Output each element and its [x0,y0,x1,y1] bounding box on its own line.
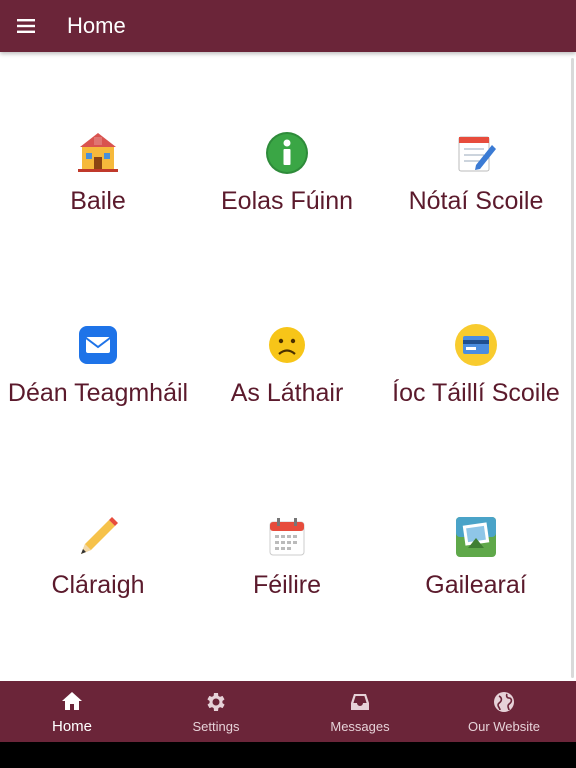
globe-icon [494,691,514,712]
tile-eolas-fuinn[interactable]: Eolas Fúinn [192,130,382,222]
tile-claraigh[interactable]: Cláraigh [3,514,193,606]
nav-messages[interactable]: Messages [288,681,432,742]
tile-label: Eolas Fúinn [220,187,354,215]
system-bar [0,742,576,768]
nav-our-website[interactable]: Our Website [432,681,576,742]
app-bar: Home [0,0,576,52]
calendar-icon [264,514,310,560]
tile-label: Baile [70,187,126,215]
pencil-icon [75,514,121,560]
tile-dean-teagmhail[interactable]: Déan Teagmháil [3,322,193,414]
tile-baile[interactable]: Baile [3,130,193,222]
mail-icon [75,322,121,368]
tile-label: Nótaí Scoile [408,187,544,215]
notepad-icon [453,130,499,176]
tile-as-lathair[interactable]: As Láthair [192,322,382,414]
bottom-navigation: Home Settings Messages Our Website [0,681,576,742]
hamburger-menu-icon [17,19,35,33]
page-title: Home [67,13,126,38]
nav-settings[interactable]: Settings [144,681,288,742]
tile-label: Déan Teagmháil [7,379,189,407]
nav-label: Home [51,717,92,735]
tile-grid: Baile Eolas Fúinn Nótaí Scoile Déan Teag… [0,52,576,681]
home-icon [62,691,82,710]
sad-face-icon [264,322,310,368]
tile-label: Cláraigh [51,571,145,599]
nav-label: Messages [330,718,390,734]
app-screen: Home Baile Eolas Fúinn Nótaí Scoile Déan… [0,0,576,742]
tile-label: Féilire [252,571,322,599]
gear-icon [207,692,225,711]
school-icon [75,130,121,176]
menu-button[interactable] [0,0,52,52]
nav-label: Settings [192,718,240,734]
tile-gailearai[interactable]: Gailearaí [381,514,571,606]
inbox-icon [351,693,369,710]
info-icon [264,130,310,176]
tile-feilire[interactable]: Féilire [192,514,382,606]
nav-label: Our Website [467,718,540,734]
tile-ioc-taillí-scoile[interactable]: Íoc Táillí Scoile [381,322,571,414]
tile-notai-scoile[interactable]: Nótaí Scoile [381,130,571,222]
tile-label: As Láthair [230,379,344,407]
scrollbar[interactable] [571,58,574,678]
gallery-icon [453,514,499,560]
tile-label: Gailearaí [425,571,527,599]
credit-card-icon [453,322,499,368]
tile-label: Íoc Táillí Scoile [392,379,560,407]
nav-home[interactable]: Home [0,681,144,742]
